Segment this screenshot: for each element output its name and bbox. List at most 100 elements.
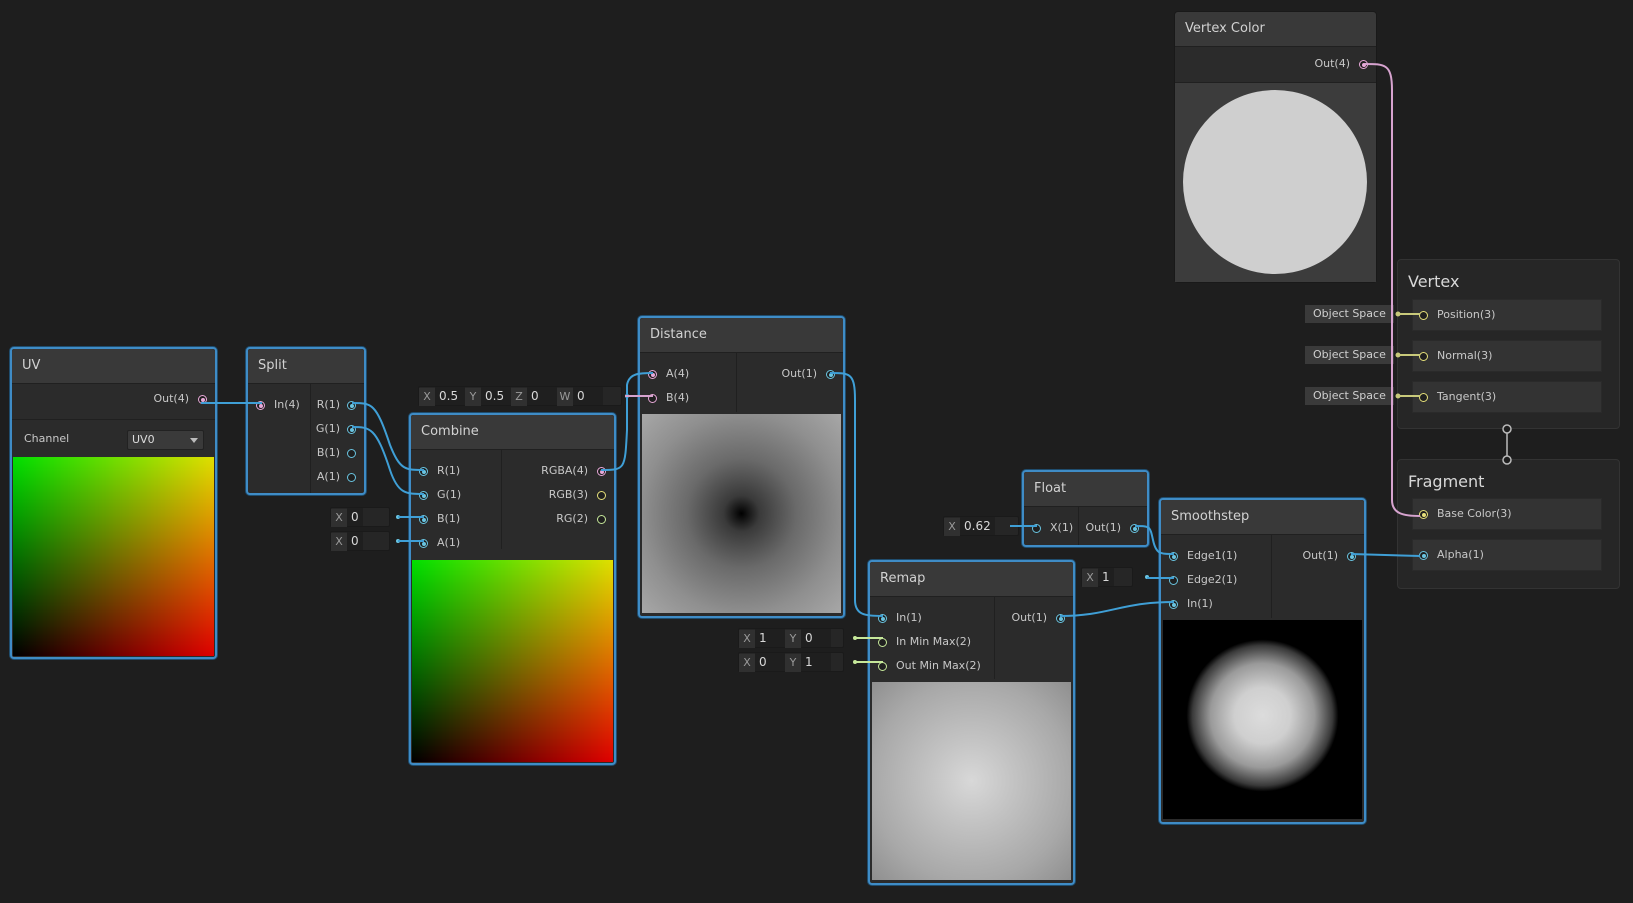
remap-inminmax-port[interactable] — [878, 638, 887, 647]
remap-inminmax-y-value[interactable]: 0 — [801, 629, 831, 647]
uv-channel-value: UV0 — [132, 433, 155, 446]
smoothstep-in-port[interactable] — [1169, 600, 1178, 609]
combine-node[interactable]: Combine R(1) G(1) B(1) A(1) RGBA(4) RGB(… — [409, 413, 616, 765]
split-out-r-port[interactable] — [347, 401, 356, 410]
fragment-slot-alpha[interactable]: Alpha(1) — [1412, 539, 1602, 571]
split-out-g-port[interactable] — [347, 425, 356, 434]
combine-in-b-port[interactable] — [419, 515, 428, 524]
remap-outminmax-y-label: Y — [785, 654, 801, 672]
distance-b-z-value[interactable]: 0 — [527, 387, 557, 405]
combine-out-rg-port[interactable] — [597, 515, 606, 524]
smoothstep-out-label: Out(1) — [1302, 549, 1338, 562]
smoothstep-edge1-port[interactable] — [1169, 552, 1178, 561]
remap-inminmax-x-value[interactable]: 1 — [755, 629, 785, 647]
tangent-space-input[interactable]: Object Space — [1305, 387, 1394, 405]
vertex-color-out-label: Out(4) — [1314, 57, 1350, 70]
distance-b-w-value[interactable]: 0 — [573, 387, 603, 405]
fragment-basecolor-port[interactable] — [1419, 510, 1428, 519]
float-x-input[interactable]: X 0.62 — [943, 516, 1019, 536]
combine-in-g-port[interactable] — [419, 491, 428, 500]
fragment-alpha-port[interactable] — [1419, 551, 1428, 560]
remap-inminmax-input[interactable]: X1Y0 — [738, 628, 844, 648]
combine-in-a-port[interactable] — [419, 539, 428, 548]
float-x-label: X — [944, 518, 960, 536]
split-node[interactable]: Split In(4) R(1) G(1) B(1) A(1) — [246, 347, 366, 495]
uv-node-title: UV — [12, 349, 215, 384]
uv-out-port[interactable] — [198, 395, 207, 404]
distance-in-b-port[interactable] — [648, 394, 657, 403]
split-out-g-label: G(1) — [315, 422, 340, 435]
combine-a-x-value[interactable]: 0 — [347, 532, 363, 550]
smoothstep-node[interactable]: Smoothstep Edge1(1) Edge2(1) In(1) Out(1… — [1159, 498, 1366, 824]
combine-b-x-value[interactable]: 0 — [347, 508, 363, 526]
float-in-port[interactable] — [1032, 524, 1041, 533]
vertex-normal-port[interactable] — [1419, 352, 1428, 361]
vertex-position-port[interactable] — [1419, 311, 1428, 320]
remap-outminmax-input[interactable]: X0Y1 — [738, 652, 844, 672]
smoothstep-edge2-label: Edge2(1) — [1187, 573, 1238, 586]
float-in-label: X(1) — [1050, 521, 1074, 534]
remap-outminmax-x-label: X — [739, 654, 755, 672]
combine-a-x-label: X — [331, 533, 347, 551]
float-out-port[interactable] — [1130, 524, 1139, 533]
vertex-tangent-label: Tangent(3) — [1437, 390, 1497, 403]
distance-b-x-value[interactable]: 0.5 — [435, 387, 465, 405]
distance-in-a-label: A(4) — [666, 367, 690, 380]
uv-channel-dropdown[interactable]: UV0 — [127, 430, 204, 450]
vertex-position-label: Position(3) — [1437, 308, 1496, 321]
position-space-input[interactable]: Object Space — [1305, 305, 1394, 323]
combine-b-input[interactable]: X0 — [330, 507, 390, 527]
fragment-context[interactable]: Fragment Base Color(3) Alpha(1) — [1397, 459, 1620, 589]
fragment-alpha-label: Alpha(1) — [1437, 548, 1484, 561]
smoothstep-out-port[interactable] — [1347, 552, 1356, 561]
combine-a-input[interactable]: X0 — [330, 531, 390, 551]
split-out-b-label: B(1) — [316, 446, 340, 459]
remap-outminmax-x-value[interactable]: 0 — [755, 653, 785, 671]
split-out-a-port[interactable] — [347, 473, 356, 482]
combine-out-rgba-port[interactable] — [597, 467, 606, 476]
fragment-context-title: Fragment — [1408, 472, 1485, 491]
remap-outminmax-input-dot — [853, 660, 857, 664]
remap-outminmax-y-value[interactable]: 1 — [801, 653, 831, 671]
remap-outminmax-label: Out Min Max(2) — [896, 659, 981, 672]
vertex-context[interactable]: Vertex Position(3) Normal(3) Tangent(3) — [1397, 259, 1620, 429]
smoothstep-edge2-x-value[interactable]: 1 — [1098, 568, 1114, 586]
distance-b-y-value[interactable]: 0.5 — [481, 387, 511, 405]
distance-node[interactable]: Distance A(4) B(4) Out(1) — [638, 316, 845, 618]
distance-out-port[interactable] — [826, 370, 835, 379]
distance-node-title: Distance — [640, 318, 843, 353]
distance-in-a-port[interactable] — [648, 370, 657, 379]
vertex-slot-normal[interactable]: Normal(3) — [1412, 340, 1602, 372]
fragment-slot-basecolor[interactable]: Base Color(3) — [1412, 498, 1602, 530]
split-out-b-port[interactable] — [347, 449, 356, 458]
vertex-tangent-port[interactable] — [1419, 393, 1428, 402]
remap-in-port[interactable] — [878, 614, 887, 623]
combine-in-r-port[interactable] — [419, 467, 428, 476]
remap-out-label: Out(1) — [1011, 611, 1047, 624]
vertex-slot-tangent[interactable]: Tangent(3) — [1412, 381, 1602, 413]
remap-node[interactable]: Remap In(1) In Min Max(2) Out Min Max(2)… — [868, 560, 1075, 885]
distance-b-input[interactable]: X 0.5 Y 0.5 Z 0 W 0 — [418, 386, 622, 406]
remap-out-port[interactable] — [1056, 614, 1065, 623]
smoothstep-edge2-input-dot — [1145, 575, 1149, 579]
float-x-value[interactable]: 0.62 — [960, 517, 995, 535]
combine-in-r-label: R(1) — [437, 464, 461, 477]
float-node[interactable]: Float X(1) Out(1) — [1022, 470, 1149, 547]
smoothstep-node-title: Smoothstep — [1161, 500, 1364, 535]
combine-out-rgb-port[interactable] — [597, 491, 606, 500]
distance-b-input-dot — [625, 394, 629, 398]
normal-space-input[interactable]: Object Space — [1305, 346, 1394, 364]
combine-b-input-dot — [396, 515, 400, 519]
vertex-color-node[interactable]: Vertex Color Out(4) — [1174, 11, 1377, 283]
combine-preview — [412, 560, 613, 762]
remap-outminmax-port[interactable] — [878, 662, 887, 671]
split-in-port[interactable] — [256, 401, 265, 410]
vertex-color-node-title: Vertex Color — [1175, 12, 1376, 47]
vertex-color-preview — [1175, 83, 1376, 282]
uv-node[interactable]: UV Out(4) Channel UV0 — [10, 347, 217, 659]
smoothstep-edge2-input[interactable]: X1 — [1081, 567, 1133, 587]
vertex-color-out-port[interactable] — [1359, 60, 1368, 69]
smoothstep-edge2-x-label: X — [1082, 569, 1098, 587]
vertex-slot-position[interactable]: Position(3) — [1412, 299, 1602, 331]
smoothstep-edge2-port[interactable] — [1169, 576, 1178, 585]
